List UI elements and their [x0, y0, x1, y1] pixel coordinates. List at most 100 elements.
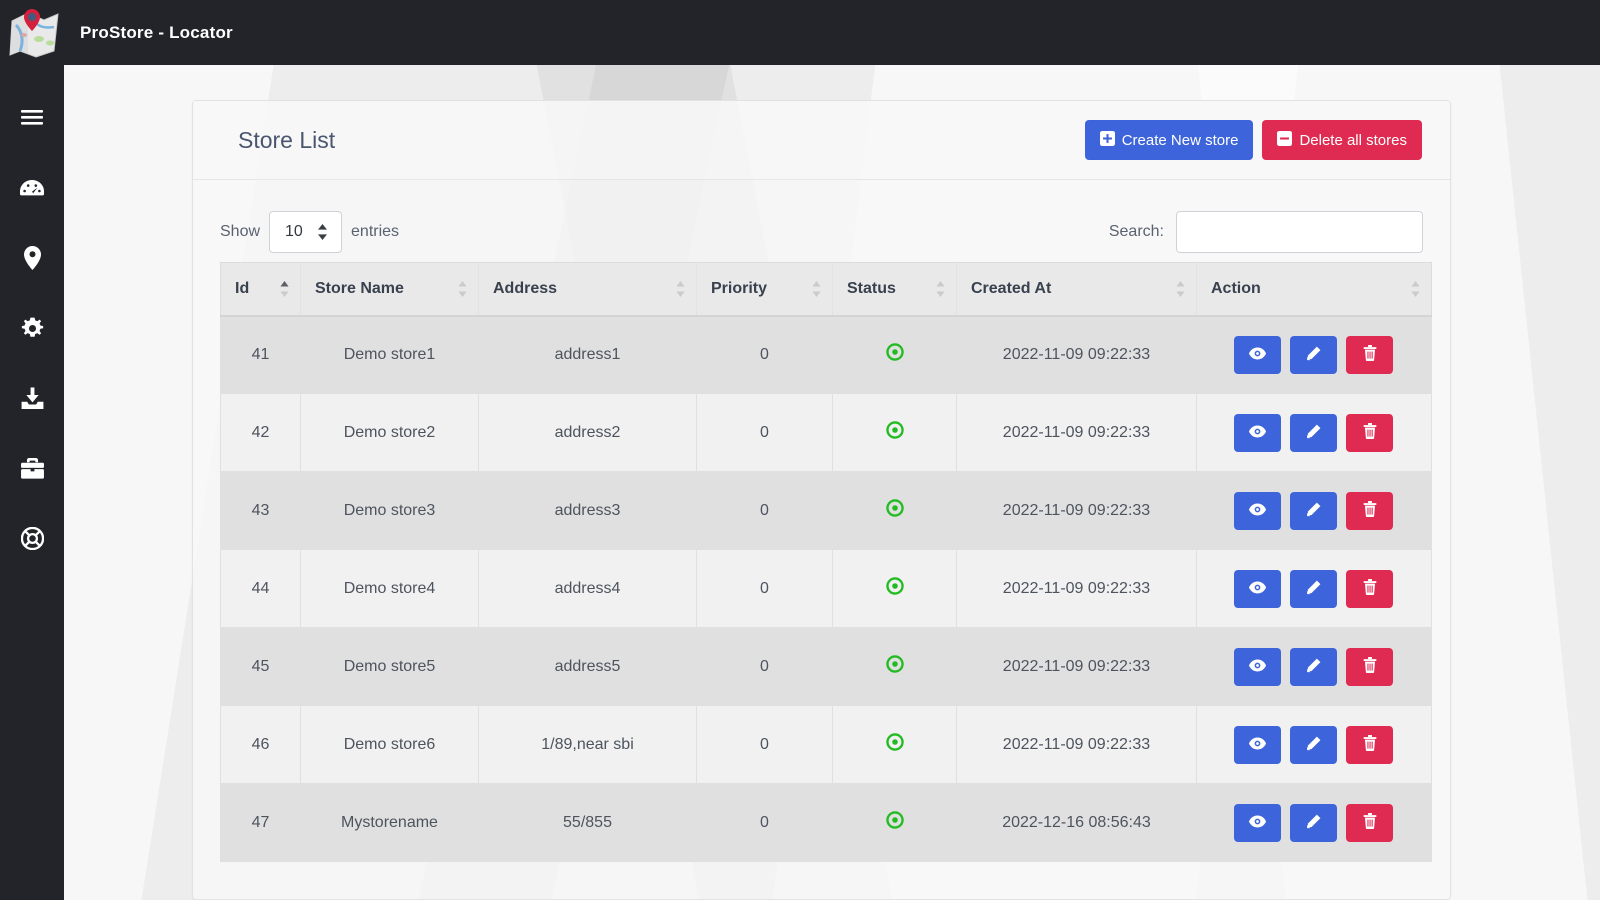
pencil-icon	[1306, 814, 1321, 832]
entries-label: entries	[351, 223, 400, 240]
store-list-card: Store List Create New store Delete all s…	[192, 100, 1451, 900]
status-active-dot-circle-icon[interactable]	[885, 343, 904, 366]
cell-address: address4	[478, 549, 697, 628]
table-row: 41 Demo store1 address1 0 2022-11-09 09:22:3…	[220, 315, 1432, 394]
delete-button[interactable]	[1346, 491, 1393, 530]
column-header-address-label: Address	[493, 279, 558, 297]
column-header-action[interactable]: Action	[1196, 262, 1432, 317]
delete-button[interactable]	[1346, 725, 1393, 764]
status-active-dot-circle-icon[interactable]	[885, 577, 904, 600]
cell-action	[1196, 783, 1432, 862]
edit-button[interactable]	[1290, 413, 1337, 452]
edit-button[interactable]	[1290, 803, 1337, 842]
sidebar-item-support[interactable]	[0, 503, 64, 573]
cell-priority: 0	[696, 627, 833, 706]
entries-select[interactable]: 10	[269, 211, 343, 253]
edit-button[interactable]	[1290, 335, 1337, 374]
eye-icon	[1249, 659, 1266, 675]
edit-button[interactable]	[1290, 647, 1337, 686]
top-navbar: ProStore - Locator	[0, 0, 1600, 65]
status-active-dot-circle-icon[interactable]	[885, 655, 904, 678]
column-header-address[interactable]: Address	[478, 262, 697, 317]
cell-address: address1	[478, 315, 697, 394]
cell-status	[832, 549, 957, 628]
status-active-dot-circle-icon[interactable]	[885, 499, 904, 522]
view-button[interactable]	[1234, 491, 1281, 530]
cell-store-name: Demo store4	[300, 549, 479, 628]
cell-created-at: 2022-11-09 09:22:33	[956, 705, 1197, 784]
cell-address: 1/89,near sbi	[478, 705, 697, 784]
entries-select-value: 10	[285, 223, 303, 240]
column-header-status[interactable]: Status	[832, 262, 957, 317]
cell-status	[832, 315, 957, 394]
status-active-dot-circle-icon[interactable]	[885, 811, 904, 834]
view-button[interactable]	[1234, 335, 1281, 374]
cell-id: 44	[220, 549, 301, 628]
cell-action	[1196, 549, 1432, 628]
column-header-id[interactable]: Id	[220, 262, 301, 317]
pencil-icon	[1306, 658, 1321, 676]
view-button[interactable]	[1234, 803, 1281, 842]
cell-address: address3	[478, 471, 697, 550]
sidebar-item-import[interactable]	[0, 363, 64, 433]
cell-priority: 0	[696, 393, 833, 472]
sidebar-item-tools[interactable]	[0, 433, 64, 503]
view-button[interactable]	[1234, 647, 1281, 686]
sidebar-item-menu-toggle[interactable]	[0, 83, 64, 153]
cell-created-at: 2022-12-16 08:56:43	[956, 783, 1197, 862]
pencil-icon	[1306, 424, 1321, 442]
edit-button[interactable]	[1290, 491, 1337, 530]
status-active-dot-circle-icon[interactable]	[885, 421, 904, 444]
table-body: 41 Demo store1 address1 0 2022-11-09 09:22:3…	[220, 315, 1432, 862]
sidebar-item-settings[interactable]	[0, 293, 64, 363]
life-ring-icon	[20, 526, 44, 550]
status-active-dot-circle-icon[interactable]	[885, 733, 904, 756]
cell-priority: 0	[696, 783, 833, 862]
search-input[interactable]	[1176, 211, 1423, 253]
map-pin-logo-icon[interactable]	[6, 5, 62, 61]
hamburger-menu-icon	[21, 109, 43, 127]
sidebar-item-dashboard[interactable]	[0, 153, 64, 223]
trash-icon	[1363, 735, 1377, 754]
column-header-created-at[interactable]: Created At	[956, 262, 1197, 317]
cell-store-name: Demo store2	[300, 393, 479, 472]
column-header-status-label: Status	[847, 279, 896, 297]
pencil-icon	[1306, 736, 1321, 754]
eye-icon	[1249, 347, 1266, 363]
view-button[interactable]	[1234, 569, 1281, 608]
page-title: Store List	[238, 126, 336, 153]
view-button[interactable]	[1234, 413, 1281, 452]
delete-button[interactable]	[1346, 803, 1393, 842]
delete-button[interactable]	[1346, 647, 1393, 686]
edit-button[interactable]	[1290, 569, 1337, 608]
trash-icon	[1363, 813, 1377, 832]
edit-button[interactable]	[1290, 725, 1337, 764]
delete-button[interactable]	[1346, 335, 1393, 374]
sidebar-item-locations[interactable]	[0, 223, 64, 293]
view-button[interactable]	[1234, 725, 1281, 764]
cell-store-name: Demo store1	[300, 315, 479, 394]
cell-action	[1196, 627, 1432, 706]
cell-store-name: Demo store3	[300, 471, 479, 550]
delete-all-stores-label: Delete all stores	[1299, 131, 1407, 149]
cell-action	[1196, 315, 1432, 394]
map-marker-icon	[23, 246, 41, 270]
delete-button[interactable]	[1346, 569, 1393, 608]
cell-created-at: 2022-11-09 09:22:33	[956, 549, 1197, 628]
cell-store-name: Demo store6	[300, 705, 479, 784]
column-header-store-name[interactable]: Store Name	[300, 262, 479, 317]
cell-id: 43	[220, 471, 301, 550]
tachometer-dashboard-icon	[20, 178, 44, 198]
column-header-priority[interactable]: Priority	[696, 262, 833, 317]
table-row: 46 Demo store6 1/89,near sbi 0 2022-11-09 09…	[220, 705, 1432, 784]
create-new-store-button[interactable]: Create New store	[1084, 120, 1254, 160]
column-header-created-at-label: Created At	[971, 279, 1052, 297]
sort-indicator-icon	[458, 280, 467, 297]
card-body: Show 10 entries Search: Id Store Name Ad…	[193, 180, 1450, 862]
table-row: 43 Demo store3 address3 0 2022-11-09 09:22:3…	[220, 471, 1432, 550]
table-row: 44 Demo store4 address4 0 2022-11-09 09:22:3…	[220, 549, 1432, 628]
cell-created-at: 2022-11-09 09:22:33	[956, 315, 1197, 394]
sort-indicator-icon	[280, 280, 289, 297]
delete-all-stores-button[interactable]: Delete all stores	[1262, 120, 1422, 160]
delete-button[interactable]	[1346, 413, 1393, 452]
